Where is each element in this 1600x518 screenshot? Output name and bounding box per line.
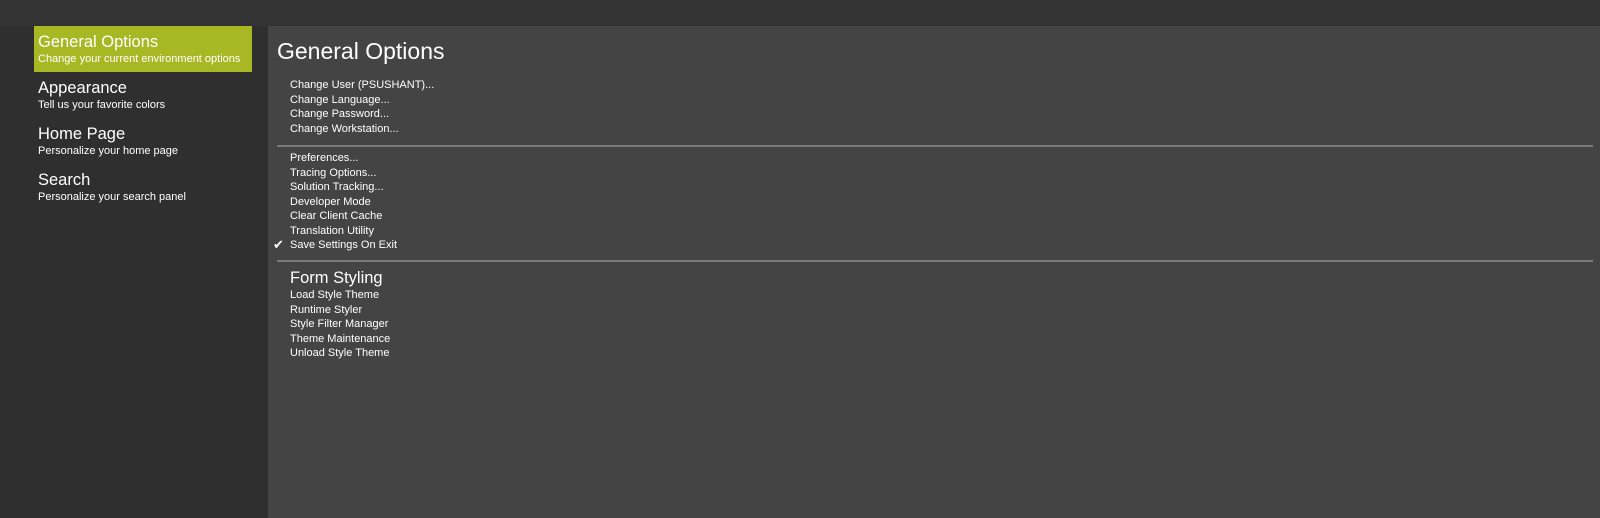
solution-tracking-link[interactable]: Solution Tracking... (290, 180, 397, 195)
options-panel: General Options Change User (PSUSHANT)..… (268, 26, 1600, 518)
sidebar-item-general-options[interactable]: General Options Change your current envi… (34, 26, 252, 72)
save-settings-on-exit-toggle[interactable]: ✔ Save Settings On Exit (273, 238, 397, 253)
sidebar-item-subtitle: Personalize your search panel (38, 191, 186, 203)
sidebar-item-home-page[interactable]: Home Page Personalize your home page (34, 118, 252, 164)
load-style-theme-link[interactable]: Load Style Theme (290, 288, 390, 303)
page-title: General Options (277, 38, 445, 64)
sidebar-item-subtitle: Personalize your home page (38, 145, 179, 157)
account-menu: Change User (PSUSHANT)... Change Languag… (290, 78, 434, 136)
form-styling-section: Form Styling Load Style Theme Runtime St… (290, 268, 390, 361)
change-language-link[interactable]: Change Language... (290, 93, 434, 108)
change-workstation-link[interactable]: Change Workstation... (290, 122, 434, 137)
preferences-link[interactable]: Preferences... (290, 151, 397, 166)
save-settings-on-exit-label: Save Settings On Exit (290, 239, 397, 251)
sidebar-item-title: Home Page (38, 125, 126, 143)
sidebar-item-title: Search (38, 171, 91, 189)
sidebar-item-title: Appearance (38, 79, 127, 97)
sidebar-item-title: General Options (38, 33, 159, 51)
tools-menu: Preferences... Tracing Options... Soluti… (273, 151, 397, 253)
runtime-styler-link[interactable]: Runtime Styler (290, 303, 390, 318)
translation-utility-link[interactable]: Translation Utility (290, 224, 397, 239)
sidebar-item-search[interactable]: Search Personalize your search panel (34, 164, 252, 210)
change-user-link[interactable]: Change User (PSUSHANT)... (290, 78, 434, 93)
top-bar (0, 0, 1600, 26)
change-password-link[interactable]: Change Password... (290, 107, 434, 122)
checkmark-icon: ✔ (273, 237, 284, 252)
sidebar: General Options Change your current envi… (34, 26, 252, 210)
divider (277, 145, 1593, 147)
clear-client-cache-link[interactable]: Clear Client Cache (290, 209, 397, 224)
section-title-form-styling: Form Styling (290, 269, 383, 287)
sidebar-item-subtitle: Tell us your favorite colors (38, 99, 166, 111)
unload-style-theme-link[interactable]: Unload Style Theme (290, 346, 390, 361)
sidebar-item-subtitle: Change your current environment options (38, 53, 241, 65)
style-filter-manager-link[interactable]: Style Filter Manager (290, 317, 390, 332)
theme-maintenance-link[interactable]: Theme Maintenance (290, 332, 390, 347)
developer-mode-link[interactable]: Developer Mode (290, 195, 397, 210)
divider (277, 260, 1593, 262)
sidebar-item-appearance[interactable]: Appearance Tell us your favorite colors (34, 72, 252, 118)
tracing-options-link[interactable]: Tracing Options... (290, 166, 397, 181)
